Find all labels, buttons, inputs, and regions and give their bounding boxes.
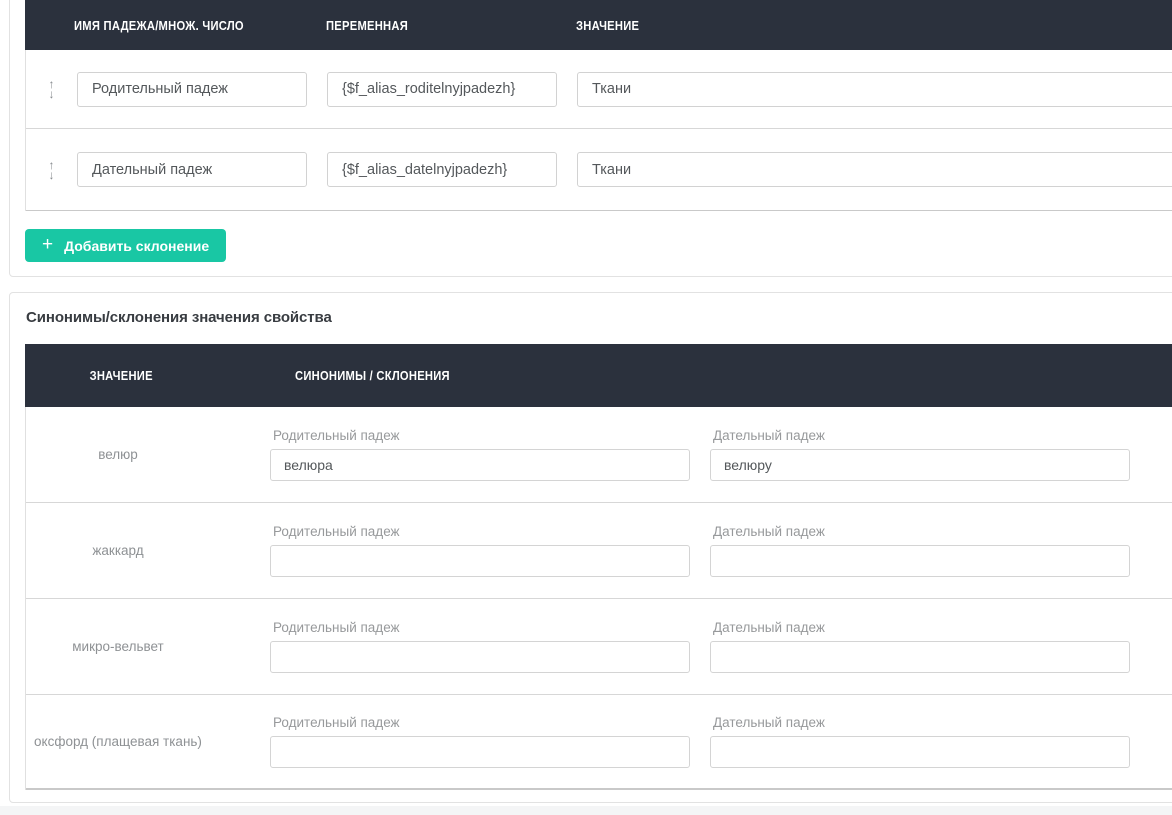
value-label: велюр <box>26 407 270 502</box>
synonyms-card: Синонимы/склонения значения свойства ЗНА… <box>9 292 1172 803</box>
genitive-label: Родительный падеж <box>273 428 690 443</box>
drag-handle[interactable]: ↑ ↓ <box>26 160 77 180</box>
genitive-label: Родительный падеж <box>273 620 690 635</box>
variable-field <box>327 72 557 107</box>
header-cell-synonyms: СИНОНИМЫ / СКЛОНЕНИЯ <box>295 368 450 383</box>
page-background-band <box>0 806 1172 815</box>
header-cell-case-name: ИМЯ ПАДЕЖА/МНОЖ. ЧИСЛО <box>74 18 244 33</box>
declensions-table-body: ↑ ↓ ↑ ↓ <box>25 50 1172 211</box>
genitive-group: Родительный падеж <box>270 428 690 481</box>
add-declension-button[interactable]: + Добавить склонение <box>25 229 226 262</box>
synonyms-table-body: велюр Родительный падеж Дательный падеж <box>25 407 1172 790</box>
declensions-table-header: ИМЯ ПАДЕЖА/МНОЖ. ЧИСЛО ПЕРЕМЕННАЯ ЗНАЧЕН… <box>25 0 1172 50</box>
synonym-row: велюр Родительный падеж Дательный падеж <box>26 407 1172 503</box>
dative-label: Дательный падеж <box>713 524 1130 539</box>
header-cell-value: ЗНАЧЕНИЕ <box>42 368 252 383</box>
page: ИМЯ ПАДЕЖА/МНОЖ. ЧИСЛО ПЕРЕМЕННАЯ ЗНАЧЕН… <box>0 0 1172 815</box>
dative-group: Дательный падеж <box>710 428 1130 481</box>
value-input[interactable] <box>577 152 1172 187</box>
dative-group: Дательный падеж <box>710 715 1130 768</box>
synonym-row: оксфорд (плащевая ткань) Родительный пад… <box>26 695 1172 790</box>
dative-input[interactable] <box>710 736 1130 768</box>
genitive-input[interactable] <box>270 641 690 673</box>
genitive-group: Родительный падеж <box>270 715 690 768</box>
header-cell-value: ЗНАЧЕНИЕ <box>576 18 639 33</box>
genitive-input[interactable] <box>270 545 690 577</box>
synonyms-table-header: ЗНАЧЕНИЕ СИНОНИМЫ / СКЛОНЕНИЯ <box>25 344 1172 407</box>
synonyms-table: ЗНАЧЕНИЕ СИНОНИМЫ / СКЛОНЕНИЯ велюр Роди… <box>25 344 1172 790</box>
dative-input[interactable] <box>710 545 1130 577</box>
value-label: жаккард <box>26 503 270 598</box>
value-label: микро-вельвет <box>26 599 270 694</box>
declensions-card: ИМЯ ПАДЕЖА/МНОЖ. ЧИСЛО ПЕРЕМЕННАЯ ЗНАЧЕН… <box>9 0 1172 277</box>
plus-icon: + <box>42 235 53 254</box>
case-name-input[interactable] <box>77 72 307 107</box>
dative-label: Дательный падеж <box>713 620 1130 635</box>
synonym-fields: Родительный падеж Дательный падеж <box>270 503 1130 598</box>
synonym-row: жаккард Родительный падеж Дательный паде… <box>26 503 1172 599</box>
drag-handle[interactable]: ↑ ↓ <box>26 79 77 99</box>
value-input[interactable] <box>577 72 1172 107</box>
dative-input[interactable] <box>710 641 1130 673</box>
genitive-input[interactable] <box>270 736 690 768</box>
declension-row: ↑ ↓ <box>26 129 1172 211</box>
synonym-fields: Родительный падеж Дательный падеж <box>270 407 1130 502</box>
genitive-group: Родительный падеж <box>270 524 690 577</box>
arrow-down-icon: ↓ <box>49 170 55 180</box>
genitive-input[interactable] <box>270 449 690 481</box>
dative-label: Дательный падеж <box>713 715 1130 730</box>
value-label: оксфорд (плащевая ткань) <box>26 695 270 788</box>
arrow-down-icon: ↓ <box>49 89 55 99</box>
dative-input[interactable] <box>710 449 1130 481</box>
variable-field <box>327 152 557 187</box>
synonym-row: микро-вельвет Родительный падеж Дательны… <box>26 599 1172 695</box>
dative-group: Дательный падеж <box>710 620 1130 673</box>
declension-row: ↑ ↓ <box>26 50 1172 129</box>
case-name-input[interactable] <box>77 152 307 187</box>
dative-label: Дательный падеж <box>713 428 1130 443</box>
dative-group: Дательный падеж <box>710 524 1130 577</box>
genitive-label: Родительный падеж <box>273 524 690 539</box>
synonym-fields: Родительный падеж Дательный падеж <box>270 695 1130 788</box>
genitive-group: Родительный падеж <box>270 620 690 673</box>
add-declension-label: Добавить склонение <box>64 238 209 254</box>
synonym-fields: Родительный падеж Дательный падеж <box>270 599 1130 694</box>
declensions-table: ИМЯ ПАДЕЖА/МНОЖ. ЧИСЛО ПЕРЕМЕННАЯ ЗНАЧЕН… <box>25 0 1172 211</box>
section-title: Синонимы/склонения значения свойства <box>26 309 332 326</box>
genitive-label: Родительный падеж <box>273 715 690 730</box>
header-cell-variable: ПЕРЕМЕННАЯ <box>326 18 408 33</box>
